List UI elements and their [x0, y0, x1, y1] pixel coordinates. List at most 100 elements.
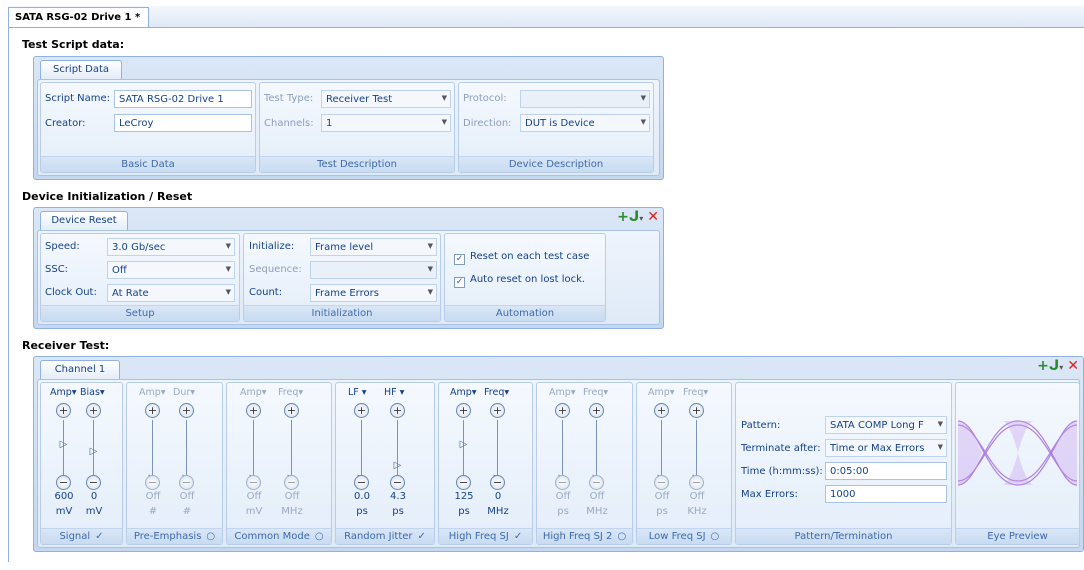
slider-header-dropdown[interactable]: Dur▾: [173, 387, 195, 398]
increase-icon[interactable]: +: [56, 403, 71, 418]
clock-out-combo[interactable]: At Rate ▼: [107, 284, 235, 302]
max-errors-field[interactable]: 1000: [825, 485, 947, 503]
slider-track[interactable]: [361, 420, 362, 480]
slider-track[interactable]: [63, 420, 64, 480]
decrease-icon[interactable]: −: [56, 475, 71, 490]
increase-icon[interactable]: +: [86, 403, 101, 418]
decrease-icon[interactable]: −: [589, 475, 604, 490]
increase-icon[interactable]: +: [284, 403, 299, 418]
auto-reset-checkbox[interactable]: ✓ Auto reset on lost lock.: [454, 274, 585, 288]
increase-icon[interactable]: +: [589, 403, 604, 418]
decrease-icon[interactable]: −: [390, 475, 405, 490]
status-icon[interactable]: ○: [617, 531, 626, 542]
decrease-icon[interactable]: −: [490, 475, 505, 490]
add-icon[interactable]: +ᒍ: [617, 209, 639, 225]
time-field[interactable]: 0:05:00: [825, 462, 947, 480]
protocol-combo[interactable]: ▼: [520, 90, 650, 108]
tab-device-reset[interactable]: Device Reset: [40, 211, 128, 230]
status-icon[interactable]: ✓: [95, 531, 103, 542]
slider-track[interactable]: [186, 420, 187, 480]
slider-header-dropdown[interactable]: LF ▾: [348, 387, 367, 398]
increase-icon[interactable]: +: [555, 403, 570, 418]
increase-icon[interactable]: +: [456, 403, 471, 418]
decrease-icon[interactable]: −: [456, 475, 471, 490]
sequence-combo[interactable]: ▼: [310, 261, 437, 279]
chevron-down-icon[interactable]: ▾: [1059, 363, 1063, 372]
slider-track[interactable]: [497, 420, 498, 480]
slider-thumb-icon[interactable]: ▷: [57, 439, 70, 450]
group-label-slider[interactable]: Pre-Emphasis ○: [127, 528, 222, 544]
group-label-slider[interactable]: Signal ✓: [41, 528, 122, 544]
terminate-combo[interactable]: Time or Max Errors ▼: [825, 439, 947, 457]
slider-thumb-icon[interactable]: ▷: [87, 446, 100, 457]
slider-header-dropdown[interactable]: Bias▾: [80, 387, 105, 398]
group-label-slider[interactable]: Low Freq SJ ○: [637, 528, 731, 544]
slider-track[interactable]: [152, 420, 153, 480]
increase-icon[interactable]: +: [689, 403, 704, 418]
decrease-icon[interactable]: −: [86, 475, 101, 490]
speed-combo[interactable]: 3.0 Gb/sec ▼: [107, 238, 235, 256]
creator-field[interactable]: LeCroy: [114, 114, 252, 132]
status-icon[interactable]: ○: [711, 531, 720, 542]
slider-header-dropdown[interactable]: Freq▾: [278, 387, 303, 398]
ssc-combo[interactable]: Off ▼: [107, 261, 235, 279]
slider-track[interactable]: [291, 420, 292, 480]
status-icon[interactable]: ✓: [514, 531, 522, 542]
slider-header-dropdown[interactable]: Amp▾: [240, 387, 267, 398]
slider-track[interactable]: [463, 420, 464, 480]
slider-thumb-icon[interactable]: ▷: [391, 460, 404, 471]
slider-track[interactable]: [696, 420, 697, 480]
decrease-icon[interactable]: −: [284, 475, 299, 490]
decrease-icon[interactable]: −: [354, 475, 369, 490]
increase-icon[interactable]: +: [390, 403, 405, 418]
tab-channel-1[interactable]: Channel 1: [40, 360, 120, 379]
decrease-icon[interactable]: −: [689, 475, 704, 490]
decrease-icon[interactable]: −: [654, 475, 669, 490]
chevron-down-icon[interactable]: ▾: [639, 214, 643, 223]
group-label-slider[interactable]: High Freq SJ ✓: [439, 528, 532, 544]
close-icon[interactable]: ✕: [1067, 358, 1079, 374]
add-icon[interactable]: +ᒍ: [1037, 358, 1059, 374]
slider-header-dropdown[interactable]: Freq▾: [583, 387, 608, 398]
slider-thumb-icon[interactable]: ▷: [457, 439, 470, 450]
channels-combo[interactable]: 1 ▼: [321, 114, 451, 132]
group-label-slider[interactable]: Random Jitter ✓: [336, 528, 434, 544]
reset-each-test-checkbox[interactable]: ✓ Reset on each test case: [454, 251, 589, 265]
pattern-combo[interactable]: SATA COMP Long F ▼: [825, 416, 947, 434]
increase-icon[interactable]: +: [354, 403, 369, 418]
status-icon[interactable]: ○: [315, 531, 324, 542]
slider-track[interactable]: [253, 420, 254, 480]
tab-script-data[interactable]: Script Data: [40, 60, 122, 79]
direction-combo[interactable]: DUT is Device ▼: [520, 114, 650, 132]
increase-icon[interactable]: +: [654, 403, 669, 418]
test-type-combo[interactable]: Receiver Test ▼: [321, 90, 451, 108]
slider-header-dropdown[interactable]: Amp▾: [549, 387, 576, 398]
initialize-combo[interactable]: Frame level ▼: [310, 238, 437, 256]
decrease-icon[interactable]: −: [246, 475, 261, 490]
close-icon[interactable]: ✕: [647, 209, 659, 225]
document-tab[interactable]: SATA RSG-02 Drive 1 *: [8, 7, 149, 27]
slider-header-dropdown[interactable]: Amp▾: [139, 387, 166, 398]
slider-track[interactable]: [596, 420, 597, 480]
slider-header-dropdown[interactable]: HF ▾: [384, 387, 404, 398]
slider-header-dropdown[interactable]: Amp▾: [450, 387, 477, 398]
decrease-icon[interactable]: −: [145, 475, 160, 490]
slider-header-dropdown[interactable]: Freq▾: [484, 387, 509, 398]
decrease-icon[interactable]: −: [555, 475, 570, 490]
slider-track[interactable]: [562, 420, 563, 480]
increase-icon[interactable]: +: [246, 403, 261, 418]
status-icon[interactable]: ○: [206, 531, 215, 542]
group-label-slider[interactable]: Common Mode ○: [227, 528, 331, 544]
status-icon[interactable]: ✓: [418, 531, 426, 542]
decrease-icon[interactable]: −: [179, 475, 194, 490]
slider-track[interactable]: [661, 420, 662, 480]
slider-header-dropdown[interactable]: Freq▾: [683, 387, 708, 398]
count-combo[interactable]: Frame Errors ▼: [310, 284, 437, 302]
increase-icon[interactable]: +: [179, 403, 194, 418]
increase-icon[interactable]: +: [490, 403, 505, 418]
increase-icon[interactable]: +: [145, 403, 160, 418]
group-label-slider[interactable]: High Freq SJ 2 ○: [537, 528, 632, 544]
slider-track[interactable]: [397, 420, 398, 480]
script-name-field[interactable]: SATA RSG-02 Drive 1: [114, 90, 252, 108]
slider-header-dropdown[interactable]: Amp▾: [50, 387, 77, 398]
